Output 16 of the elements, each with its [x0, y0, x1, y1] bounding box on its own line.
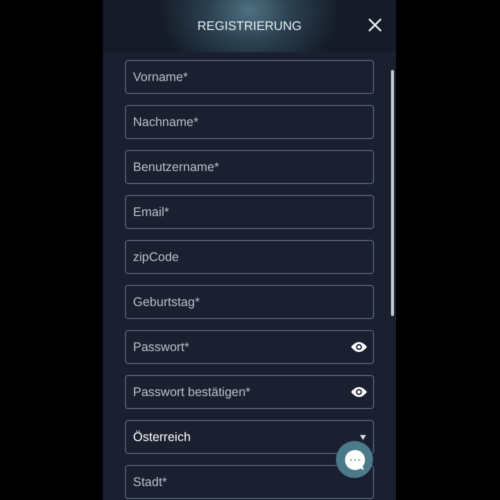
input-field[interactable]: Nachname* [125, 105, 374, 139]
input-field[interactable]: Passwort bestätigen* [125, 375, 374, 409]
chat-bubble-icon [342, 448, 366, 472]
input-field[interactable]: Geburtstag* [125, 285, 374, 319]
scrollbar[interactable] [391, 70, 394, 316]
eye-icon[interactable] [351, 387, 367, 397]
input-field[interactable]: zipCode [125, 240, 374, 274]
input-field[interactable]: Benutzername* [125, 150, 374, 184]
input-field[interactable]: Vorname* [125, 60, 374, 94]
eye-icon[interactable] [351, 342, 367, 352]
input-field[interactable]: Stadt* [125, 465, 374, 499]
country-select[interactable]: Österreich [125, 420, 374, 454]
dialog-title: REGISTRIERUNG [197, 18, 302, 35]
input-field[interactable]: Email* [125, 195, 374, 229]
input-field[interactable]: Passwort* [125, 330, 374, 364]
close-button[interactable] [366, 16, 384, 34]
